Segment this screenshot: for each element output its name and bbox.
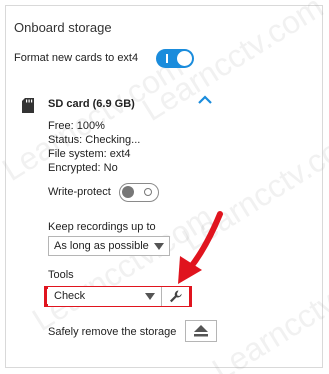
sd-encrypted: Encrypted: No: [48, 162, 118, 174]
dropdown-arrow-icon: [145, 293, 155, 300]
toggle-off-mark: [144, 188, 152, 196]
toggle-knob: [177, 51, 192, 66]
toggle-knob: [122, 186, 134, 198]
format-toggle[interactable]: [156, 49, 194, 68]
remove-storage-label: Safely remove the storage: [48, 326, 177, 338]
chevron-up-icon[interactable]: [196, 92, 214, 106]
toggle-on-mark: [166, 54, 168, 63]
sd-file-system: File system: ext4: [48, 148, 131, 160]
eject-button[interactable]: [185, 320, 217, 342]
sd-card-icon: [22, 98, 34, 113]
wrench-icon: [170, 290, 182, 303]
sd-free: Free: 100%: [48, 120, 105, 132]
section-title: Onboard storage: [14, 20, 112, 35]
tools-value: Check: [54, 290, 86, 302]
eject-icon: [194, 325, 208, 337]
keep-recordings-select[interactable]: As long as possible: [48, 236, 170, 256]
sd-card-title: SD card (6.9 GB): [48, 98, 135, 110]
keep-recordings-label: Keep recordings up to: [48, 221, 156, 233]
dropdown-arrow-icon: [154, 243, 164, 250]
tools-label: Tools: [48, 269, 74, 281]
write-protect-toggle[interactable]: [119, 183, 159, 202]
sd-status: Status: Checking...: [48, 134, 141, 146]
write-protect-label: Write-protect: [48, 186, 111, 198]
run-tool-button[interactable]: [161, 287, 189, 306]
format-label: Format new cards to ext4: [14, 52, 139, 64]
keep-recordings-value: As long as possible: [54, 240, 149, 252]
tools-select[interactable]: Check: [48, 287, 161, 306]
annotation-arrow: [178, 211, 223, 284]
